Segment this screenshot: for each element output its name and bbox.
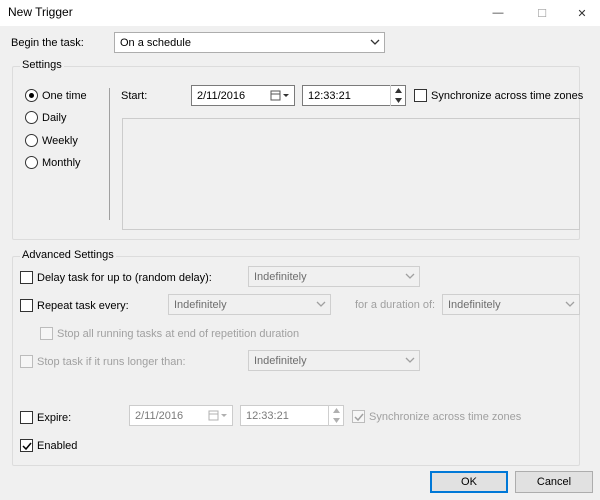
radio-monthly[interactable]: Monthly <box>25 156 81 169</box>
time-spinner <box>328 405 343 426</box>
chevron-down-icon <box>564 298 576 310</box>
spin-down-icon <box>329 415 343 425</box>
window-title: New Trigger <box>8 5 73 19</box>
checkbox-box <box>40 327 53 340</box>
radio-dot <box>25 111 38 124</box>
stop-if-longer-label: Stop task if it runs longer than: <box>37 355 186 368</box>
begin-task-value: On a schedule <box>120 36 191 49</box>
enabled-label: Enabled <box>37 439 78 452</box>
repeat-task-checkbox[interactable]: Repeat task every: <box>20 299 129 312</box>
advanced-settings-title: Advanced Settings <box>20 249 116 261</box>
checkbox-box <box>414 89 427 102</box>
delay-task-checkbox[interactable]: Delay task for up to (random delay): <box>20 271 212 284</box>
maximize-button: ☐ <box>524 0 560 26</box>
stop-if-longer-value: Indefinitely <box>254 354 307 367</box>
duration-value: Indefinitely <box>448 298 501 311</box>
delay-task-label: Delay task for up to (random delay): <box>37 271 212 284</box>
checkbox-box <box>20 271 33 284</box>
radio-weekly[interactable]: Weekly <box>25 134 78 147</box>
stop-if-longer-dropdown: Indefinitely <box>248 350 420 371</box>
spin-up-icon <box>329 405 343 415</box>
start-time-value: 12:33:21 <box>308 89 351 102</box>
checkmark-icon <box>354 413 364 422</box>
calendar-icon <box>208 409 228 425</box>
minimize-icon: — <box>492 7 504 19</box>
begin-task-label: Begin the task: <box>11 37 84 49</box>
expire-time-field: 12:33:21 <box>240 405 344 426</box>
chevron-down-icon <box>404 270 416 282</box>
expire-label: Expire: <box>37 411 72 424</box>
checkbox-box <box>20 355 33 368</box>
close-icon: ✕ <box>577 7 587 20</box>
time-spinner[interactable] <box>390 85 405 106</box>
cancel-button[interactable]: Cancel <box>515 471 593 493</box>
sync-time-zones-checkbox[interactable]: Synchronize across time zones <box>414 89 583 102</box>
radio-dot <box>25 89 38 102</box>
start-date-picker[interactable]: 2/11/2016 <box>191 85 295 106</box>
ok-button[interactable]: OK <box>430 471 508 493</box>
settings-group-title: Settings <box>20 59 64 71</box>
spin-up-icon[interactable] <box>391 85 405 95</box>
close-button[interactable]: ✕ <box>564 0 600 26</box>
duration-dropdown: Indefinitely <box>442 294 580 315</box>
radio-one-time-label: One time <box>42 89 87 102</box>
start-label: Start: <box>121 90 148 102</box>
settings-divider <box>109 88 110 220</box>
repeat-task-label: Repeat task every: <box>37 299 129 312</box>
expire-sync-label: Synchronize across time zones <box>369 410 522 423</box>
radio-monthly-label: Monthly <box>42 156 81 169</box>
delay-dropdown: Indefinitely <box>248 266 420 287</box>
maximize-icon: ☐ <box>537 7 547 20</box>
expire-sync-checkbox: Synchronize across time zones <box>352 410 521 423</box>
repeat-value: Indefinitely <box>174 298 227 311</box>
start-time-field[interactable]: 12:33:21 <box>302 85 406 106</box>
stop-if-longer-checkbox: Stop task if it runs longer than: <box>20 355 186 368</box>
calendar-icon <box>270 89 290 105</box>
repeat-dropdown: Indefinitely <box>168 294 331 315</box>
radio-daily-label: Daily <box>42 111 67 124</box>
enabled-checkbox[interactable]: Enabled <box>20 439 77 452</box>
delay-value: Indefinitely <box>254 270 307 283</box>
expire-date-picker: 2/11/2016 <box>129 405 233 426</box>
radio-weekly-label: Weekly <box>42 134 78 147</box>
minimize-button[interactable]: — <box>480 0 516 26</box>
expire-time-value: 12:33:21 <box>246 409 289 422</box>
checkbox-box <box>20 411 33 424</box>
checkbox-box <box>352 410 365 423</box>
duration-label: for a duration of: <box>355 299 436 311</box>
expire-checkbox[interactable]: Expire: <box>20 411 71 424</box>
sync-time-zones-label: Synchronize across time zones <box>431 89 584 102</box>
stop-all-tasks-label: Stop all running tasks at end of repetit… <box>57 327 300 340</box>
checkmark-icon <box>22 442 32 451</box>
checkbox-box <box>20 439 33 452</box>
radio-daily[interactable]: Daily <box>25 111 66 124</box>
chevron-down-icon <box>404 354 416 366</box>
chevron-down-icon <box>315 298 327 310</box>
chevron-down-icon <box>369 36 381 48</box>
radio-one-time[interactable]: One time <box>25 89 87 102</box>
schedule-details-panel <box>122 118 580 230</box>
radio-dot <box>25 134 38 147</box>
expire-date-value: 2/11/2016 <box>135 409 184 422</box>
begin-task-dropdown[interactable]: On a schedule <box>114 32 385 53</box>
radio-dot <box>25 156 38 169</box>
start-date-value: 2/11/2016 <box>197 89 246 102</box>
stop-all-tasks-checkbox: Stop all running tasks at end of repetit… <box>40 327 299 340</box>
checkbox-box <box>20 299 33 312</box>
spin-down-icon[interactable] <box>391 95 405 105</box>
